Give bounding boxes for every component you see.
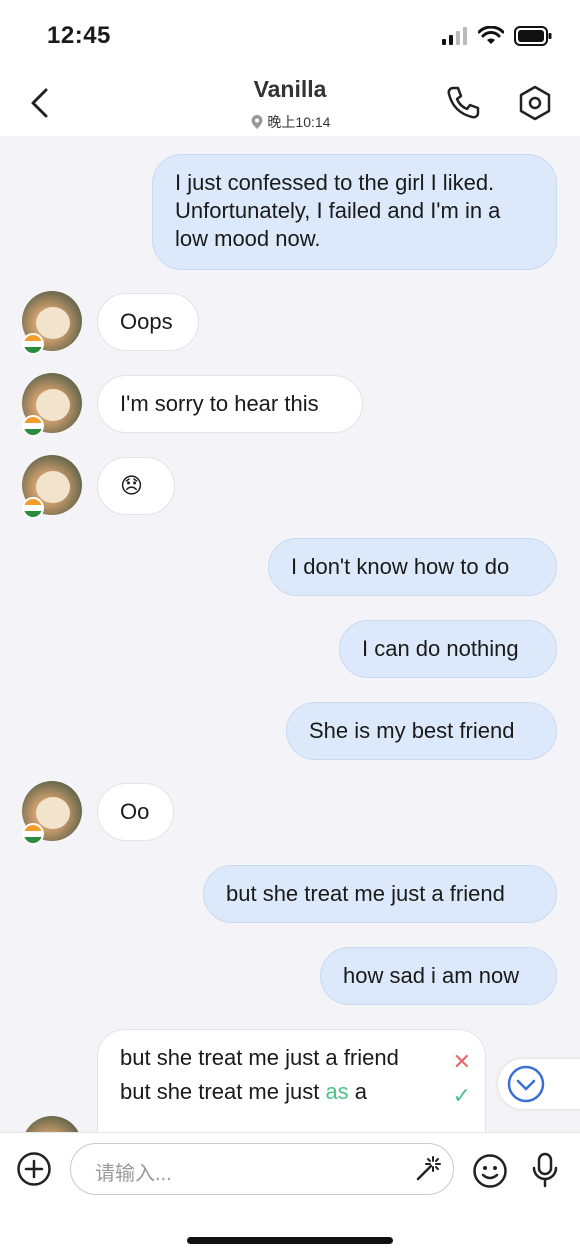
corrected-text-after: a [348,1079,368,1104]
add-plus-icon[interactable] [16,1151,52,1187]
india-flag-icon [22,333,44,355]
location-pin-icon [251,115,263,129]
contact-avatar[interactable] [22,1116,82,1132]
message-bubble-incoming[interactable]: Oo [97,783,174,841]
status-icons [442,26,552,46]
status-bar: 12:45 [0,0,580,70]
corrected-sentence: but she treat me just as a ✓ [120,1078,471,1108]
status-time: 12:45 [47,22,111,49]
local-time-label: 晚上10:14 [267,114,331,130]
message-input-bar: 请输入... [0,1132,580,1256]
home-indicator[interactable] [187,1237,393,1244]
scroll-to-bottom-button[interactable] [498,1059,580,1109]
corrected-text-before: but she treat me just [120,1079,326,1104]
wifi-icon [478,26,504,44]
contact-name[interactable]: Vanilla [0,76,580,103]
message-bubble-outgoing[interactable]: but she treat me just a friend [203,865,557,923]
emoji-icon[interactable] [472,1153,508,1189]
message-bubble-outgoing[interactable]: She is my best friend [286,702,557,760]
message-bubble-outgoing[interactable]: I can do nothing [339,620,557,678]
india-flag-icon [22,497,44,519]
india-flag-icon [22,823,44,845]
message-bubble-outgoing[interactable]: how sad i am now [320,947,557,1005]
microphone-icon[interactable] [528,1151,562,1189]
message-bubble-incoming[interactable]: 😞 [97,457,175,515]
corrected-highlight: as [325,1079,349,1104]
message-bubble-incoming[interactable]: I'm sorry to hear this [97,375,363,433]
check-icon: ✓ [452,1083,471,1108]
chevron-down-circle-icon [507,1065,545,1103]
contact-location-time: 晚上10:14 [0,112,580,132]
correction-card[interactable]: but she treat me just a friend ✕ but she… [97,1029,486,1132]
message-bubble-outgoing[interactable]: I don't know how to do [268,538,557,596]
chat-messages[interactable]: I just confessed to the girl I liked. Un… [0,136,580,1132]
original-sentence: but she treat me just a friend ✕ [120,1044,471,1074]
message-input[interactable]: 请输入... [70,1143,454,1195]
settings-icon[interactable] [516,84,554,122]
chat-header: Vanilla 晚上10:14 [0,70,580,136]
magic-wand-icon[interactable] [413,1154,443,1184]
wrong-x-icon: ✕ [452,1049,471,1074]
india-flag-icon [22,415,44,437]
original-sentence-text: but she treat me just a friend [120,1045,399,1070]
message-bubble-incoming[interactable]: Oops [97,293,199,351]
phone-call-icon[interactable] [444,84,482,122]
message-bubble-outgoing[interactable]: I just confessed to the girl I liked. Un… [152,154,557,270]
battery-icon [514,26,552,46]
signal-icon [442,27,467,45]
message-input-placeholder: 请输入... [95,1163,172,1185]
